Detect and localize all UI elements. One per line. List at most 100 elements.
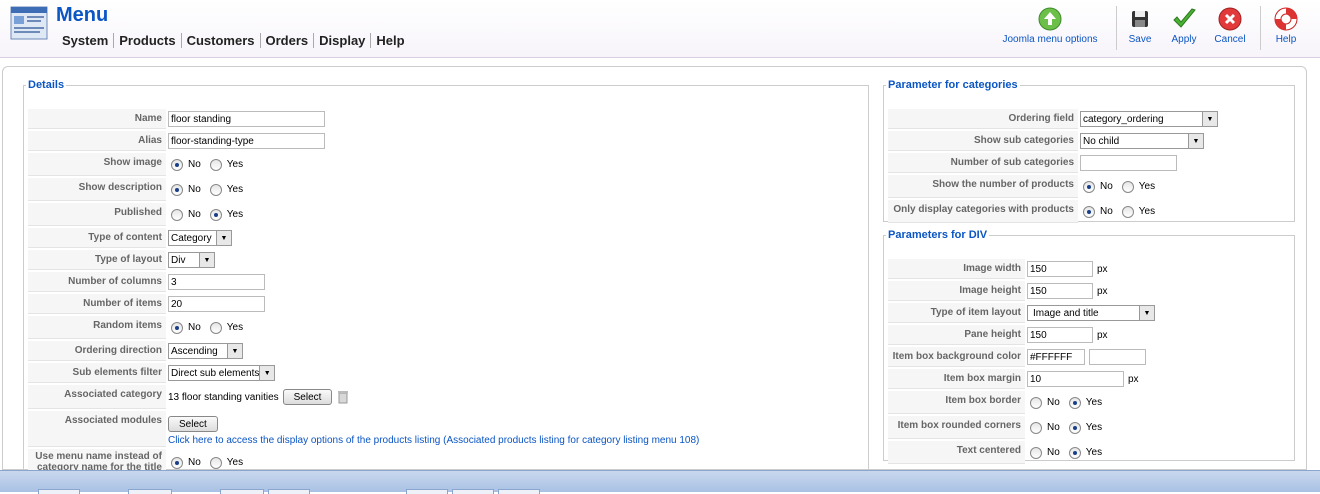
item-box-bg-field[interactable] xyxy=(1027,349,1085,365)
yes-label: Yes xyxy=(226,209,244,220)
published-yes-radio[interactable] xyxy=(209,208,222,221)
number-of-items-label: Number of items xyxy=(28,294,166,314)
joomla-menu-options-button[interactable]: Joomla menu options xyxy=(996,6,1104,45)
no-label: No xyxy=(1100,181,1113,192)
yes-label: Yes xyxy=(226,184,244,195)
number-of-sub-categories-field[interactable] xyxy=(1080,155,1177,171)
chevron-down-icon: ▼ xyxy=(227,344,242,358)
number-of-columns-field[interactable] xyxy=(168,274,265,290)
yes-label: Yes xyxy=(1085,422,1103,433)
pane-height-label: Pane height xyxy=(888,325,1025,345)
main-menu-bar: System Products Customers Orders Display… xyxy=(62,33,410,48)
apply-button[interactable]: Apply xyxy=(1166,6,1202,45)
image-height-field[interactable] xyxy=(1027,283,1093,299)
number-of-sub-categories-label: Number of sub categories xyxy=(888,153,1078,173)
chevron-down-icon: ▼ xyxy=(259,366,274,380)
yes-label: Yes xyxy=(226,159,244,170)
image-width-label: Image width xyxy=(888,259,1025,279)
px-unit: px xyxy=(1097,285,1108,297)
show-image-yes-radio[interactable] xyxy=(209,158,222,171)
no-label: No xyxy=(188,322,201,333)
toolbar-separator xyxy=(1116,6,1117,50)
page-title: Menu xyxy=(56,4,109,26)
show-number-of-products-yes-radio[interactable] xyxy=(1121,180,1134,193)
no-label: No xyxy=(188,184,201,195)
item-box-border-yes-radio[interactable] xyxy=(1068,396,1081,409)
div-params-legend: Parameters for DIV xyxy=(888,229,988,241)
cancel-icon xyxy=(1218,7,1242,31)
sub-elements-filter-value: Direct sub elements xyxy=(171,367,260,379)
number-of-items-field[interactable] xyxy=(168,296,265,312)
item-box-rounded-yes-radio[interactable] xyxy=(1068,421,1081,434)
color-preview-swatch[interactable] xyxy=(1089,349,1146,365)
px-unit: px xyxy=(1128,373,1139,385)
type-of-item-layout-label: Type of item layout xyxy=(888,303,1025,323)
no-label: No xyxy=(1100,206,1113,217)
show-number-of-products-no-radio[interactable] xyxy=(1083,180,1095,193)
chevron-down-icon: ▼ xyxy=(1188,134,1203,148)
menu-help[interactable]: Help xyxy=(370,33,409,48)
ordering-field-select[interactable]: category_ordering ▼ xyxy=(1080,111,1218,127)
no-label: No xyxy=(188,159,201,170)
apply-label: Apply xyxy=(1171,34,1197,45)
menu-products[interactable]: Products xyxy=(113,33,180,48)
save-icon xyxy=(1132,11,1148,27)
type-of-item-layout-select[interactable]: Image and title ▼ xyxy=(1027,305,1155,321)
trash-icon[interactable] xyxy=(338,390,349,404)
show-sub-categories-select[interactable]: No child ▼ xyxy=(1080,133,1204,149)
published-no-radio[interactable] xyxy=(171,208,183,221)
use-menu-name-no-radio[interactable] xyxy=(171,456,183,469)
sub-elements-filter-select[interactable]: Direct sub elements ▼ xyxy=(168,365,275,381)
cancel-button[interactable]: Cancel xyxy=(1210,6,1250,45)
alias-label: Alias xyxy=(28,131,166,151)
show-description-label: Show description xyxy=(28,178,166,201)
px-unit: px xyxy=(1097,329,1108,341)
pane-height-field[interactable] xyxy=(1027,327,1093,343)
taskbar xyxy=(0,470,1320,494)
header: Menu System Products Customers Orders Di… xyxy=(0,0,1320,58)
item-box-border-no-radio[interactable] xyxy=(1030,396,1042,409)
item-box-rounded-label: Item box rounded corners xyxy=(888,416,1025,439)
menu-system[interactable]: System xyxy=(62,33,113,48)
type-of-content-select[interactable]: Category ▼ xyxy=(168,230,232,246)
item-box-margin-label: Item box margin xyxy=(888,369,1025,389)
help-button[interactable]: Help xyxy=(1270,6,1302,45)
only-display-no-radio[interactable] xyxy=(1083,205,1095,218)
select-category-button[interactable]: Select xyxy=(282,389,333,405)
name-field[interactable] xyxy=(168,111,325,127)
yes-label: Yes xyxy=(1085,397,1103,408)
menu-customers[interactable]: Customers xyxy=(180,33,260,48)
type-of-content-value: Category xyxy=(171,232,212,244)
show-description-no-radio[interactable] xyxy=(171,183,183,196)
chevron-down-icon: ▼ xyxy=(199,253,214,267)
categories-legend: Parameter for categories xyxy=(888,79,1018,91)
text-centered-no-radio[interactable] xyxy=(1030,446,1042,459)
no-label: No xyxy=(1047,447,1060,458)
type-of-layout-select[interactable]: Div ▼ xyxy=(168,252,215,268)
random-items-yes-radio[interactable] xyxy=(209,321,222,334)
select-modules-button[interactable]: Select xyxy=(168,416,218,432)
menu-display[interactable]: Display xyxy=(313,33,370,48)
random-items-no-radio[interactable] xyxy=(171,321,183,334)
yes-label: Yes xyxy=(1138,181,1156,192)
type-of-layout-label: Type of layout xyxy=(28,250,166,270)
products-listing-options-link[interactable]: Click here to access the display options… xyxy=(168,435,699,446)
menu-orders[interactable]: Orders xyxy=(259,33,314,48)
save-button[interactable]: Save xyxy=(1124,6,1156,45)
ordering-direction-select[interactable]: Ascending ▼ xyxy=(168,343,243,359)
only-display-yes-radio[interactable] xyxy=(1121,205,1134,218)
yes-label: Yes xyxy=(1138,206,1156,217)
text-centered-yes-radio[interactable] xyxy=(1068,446,1081,459)
checkmark-icon xyxy=(1173,8,1196,28)
use-menu-name-yes-radio[interactable] xyxy=(209,456,222,469)
lifebuoy-help-icon xyxy=(1274,7,1298,31)
item-box-margin-field[interactable] xyxy=(1027,371,1124,387)
show-image-no-radio[interactable] xyxy=(171,158,183,171)
associated-category-value: 13 floor standing vanities xyxy=(168,391,279,403)
name-label: Name xyxy=(28,109,166,129)
image-width-field[interactable] xyxy=(1027,261,1093,277)
show-description-yes-radio[interactable] xyxy=(209,183,222,196)
no-label: No xyxy=(188,209,201,220)
alias-field[interactable] xyxy=(168,133,325,149)
item-box-rounded-no-radio[interactable] xyxy=(1030,421,1042,434)
